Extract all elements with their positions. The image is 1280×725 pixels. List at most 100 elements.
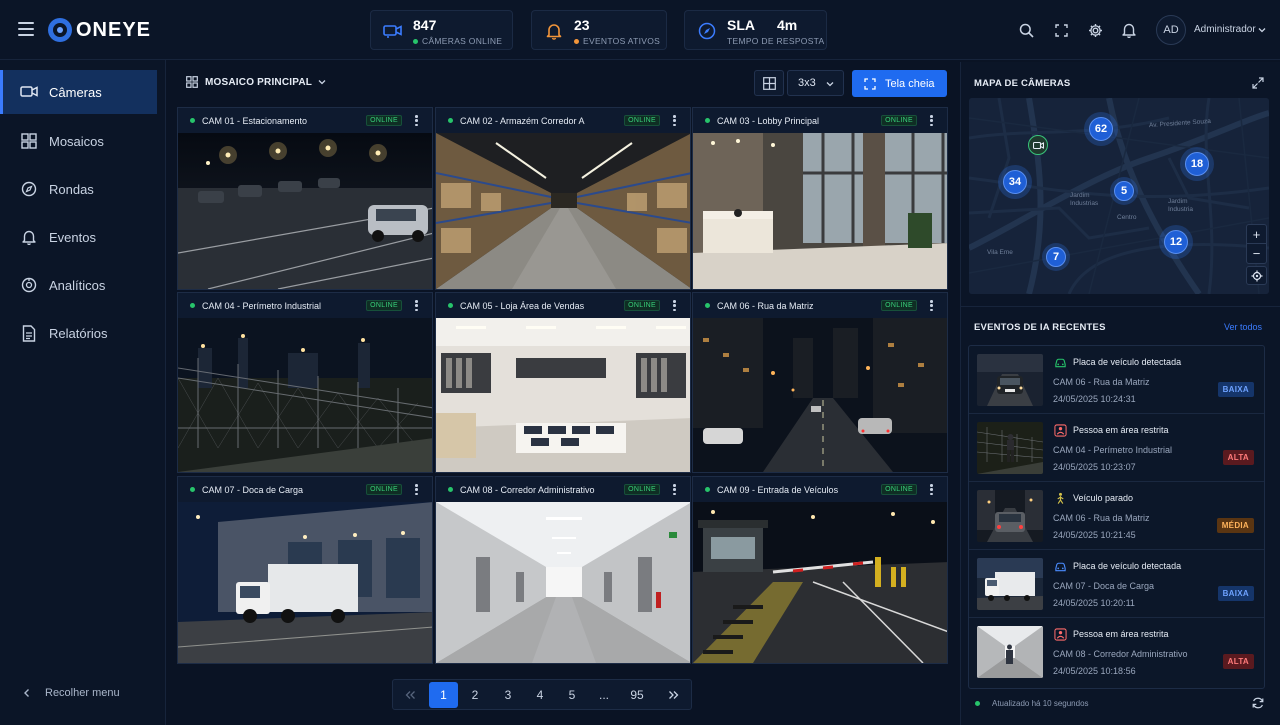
camera-tile[interactable]: CAM 03 - Lobby Principal ONLINE [692,107,948,290]
page-ellipsis: ... [598,688,609,702]
more-options-icon[interactable] [930,115,933,126]
camera-feed-admin-corridor[interactable] [436,502,690,663]
more-options-icon[interactable] [415,484,418,495]
locate-button[interactable] [1246,266,1267,285]
page-button[interactable]: 4 [526,682,554,708]
event-title: Placa de veículo detectada [1073,357,1182,367]
status-dot [190,487,195,492]
more-options-icon[interactable] [930,300,933,311]
severity-badge: ALTA [1222,654,1254,669]
chevron-down-icon[interactable] [1258,26,1266,34]
page-button[interactable]: 2 [461,682,489,708]
sidebar-item-analytics[interactable]: Analíticos [0,263,157,307]
more-options-icon[interactable] [673,300,676,311]
notifications-icon[interactable] [1121,22,1137,38]
map-label: Vila Eme [987,249,1013,256]
sidebar-item-reports[interactable]: Relatórios [0,311,157,355]
camera-icon [1032,141,1044,149]
event-item[interactable]: Placa de veículo detectada CAM 07 - Doca… [969,550,1264,618]
car-icon [1055,358,1066,368]
camera-tile[interactable]: CAM 05 - Loja Área de Vendas ONLINE [435,292,691,473]
camera-feed-vehicle-entrance[interactable] [693,502,947,663]
user-name[interactable]: Administrador [1194,24,1256,35]
map-cluster[interactable]: 12 [1159,225,1193,259]
event-item[interactable]: Placa de veículo detectada CAM 06 - Rua … [969,346,1264,414]
app-root: ONEYE 847 CÂMERAS ONLINE 23 EVENTOS ATIV… [0,0,1280,725]
camera-feed-store[interactable] [436,318,690,472]
more-options-icon[interactable] [415,115,418,126]
camera-tile[interactable]: CAM 09 - Entrada de Veículos ONLINE [692,476,948,664]
map-cluster[interactable]: 34 [998,165,1032,199]
map-cluster[interactable]: 18 [1180,147,1214,181]
first-page-button[interactable] [396,682,424,708]
camera-marker[interactable] [1028,135,1048,155]
sidebar-item-cameras[interactable]: Câmeras [0,70,157,114]
avatar[interactable]: AD [1156,15,1186,45]
camera-feed-warehouse[interactable] [436,133,690,289]
page-button[interactable]: 5 [558,682,586,708]
expand-icon[interactable] [1252,77,1264,89]
menu-icon[interactable] [18,22,34,36]
page-button[interactable]: 3 [494,682,522,708]
mosaic-selector[interactable]: MOSAICO PRINCIPAL [186,76,326,88]
events-list: Placa de veículo detectada CAM 06 - Rua … [968,345,1265,689]
camera-map[interactable]: Av. Presidente Souza Jardim Industrias J… [969,98,1269,294]
zoom-in-button[interactable]: + [1247,225,1266,244]
events-title: EVENTOS DE IA RECENTES [974,322,1106,333]
grid-size-select[interactable]: 3x3 [787,70,844,96]
page-button[interactable]: 1 [429,682,458,708]
search-icon[interactable] [1018,22,1034,38]
camera-feed-street[interactable] [693,318,947,472]
camera-tile[interactable]: CAM 02 - Armazém Corredor A ONLINE [435,107,691,290]
camera-tile[interactable]: CAM 08 - Corredor Administrativo ONLINE [435,476,691,664]
map-cluster[interactable]: 62 [1084,112,1118,146]
status-dot [448,303,453,308]
page-button[interactable]: 95 [623,682,651,708]
map-cluster[interactable]: 7 [1042,243,1070,271]
zoom-out-button[interactable]: − [1247,244,1266,263]
status-badge: ONLINE [366,300,402,311]
camera-feed-lobby[interactable] [693,133,947,289]
double-chevron-left-icon [405,691,415,699]
collapse-menu-button[interactable]: Recolher menu [22,687,120,699]
layout-icon [762,76,776,90]
last-page-button[interactable] [659,682,687,708]
map-cluster[interactable]: 5 [1110,177,1138,205]
kpi-active-events: 23 EVENTOS ATIVOS [531,10,667,50]
event-thumbnail [977,626,1043,678]
camera-feed-perimeter[interactable] [178,318,432,472]
see-all-link[interactable]: Ver todos [1224,322,1262,332]
fullscreen-button[interactable]: Tela cheia [852,70,947,97]
kpi-cameras-online: 847 CÂMERAS ONLINE [370,10,513,50]
camera-tile[interactable]: CAM 07 - Doca de Carga ONLINE [177,476,433,664]
grid-size-value: 3x3 [798,77,816,89]
map-zoom-controls: + − [1246,224,1267,264]
event-item[interactable]: Pessoa em área restrita CAM 04 - Perímet… [969,414,1264,482]
camera-name: CAM 05 - Loja Área de Vendas [460,300,585,311]
more-options-icon[interactable] [930,484,933,495]
layout-button[interactable] [754,70,784,96]
sidebar-item-mosaics[interactable]: Mosaicos [0,119,157,163]
more-options-icon[interactable] [415,300,418,311]
grid-icon [186,76,198,88]
sidebar: Câmeras Mosaicos Rondas Eventos Analític… [0,60,166,725]
gear-icon[interactable] [1087,22,1103,38]
event-item[interactable]: Pessoa em área restrita CAM 08 - Corredo… [969,618,1264,686]
more-options-icon[interactable] [673,484,676,495]
sidebar-item-rounds[interactable]: Rondas [0,167,157,211]
fullscreen-icon[interactable] [1053,22,1069,38]
refresh-icon[interactable] [1251,696,1265,710]
status-dot [190,303,195,308]
status-badge: ONLINE [624,115,660,126]
map-label: Jardim Industrias [1070,192,1099,207]
camera-feed-parking-lot[interactable] [178,133,432,289]
person-alert-icon [1054,424,1067,437]
camera-tile[interactable]: CAM 06 - Rua da Matriz ONLINE [692,292,948,473]
event-title: Placa de veículo detectada [1073,561,1182,571]
camera-tile[interactable]: CAM 01 - Estacionamento ONLINE [177,107,433,290]
camera-tile[interactable]: CAM 04 - Perímetro Industrial ONLINE [177,292,433,473]
event-item[interactable]: Veículo parado CAM 06 - Rua da Matriz 24… [969,482,1264,550]
camera-feed-loading-dock[interactable] [178,502,432,663]
sidebar-item-events[interactable]: Eventos [0,215,157,259]
more-options-icon[interactable] [673,115,676,126]
